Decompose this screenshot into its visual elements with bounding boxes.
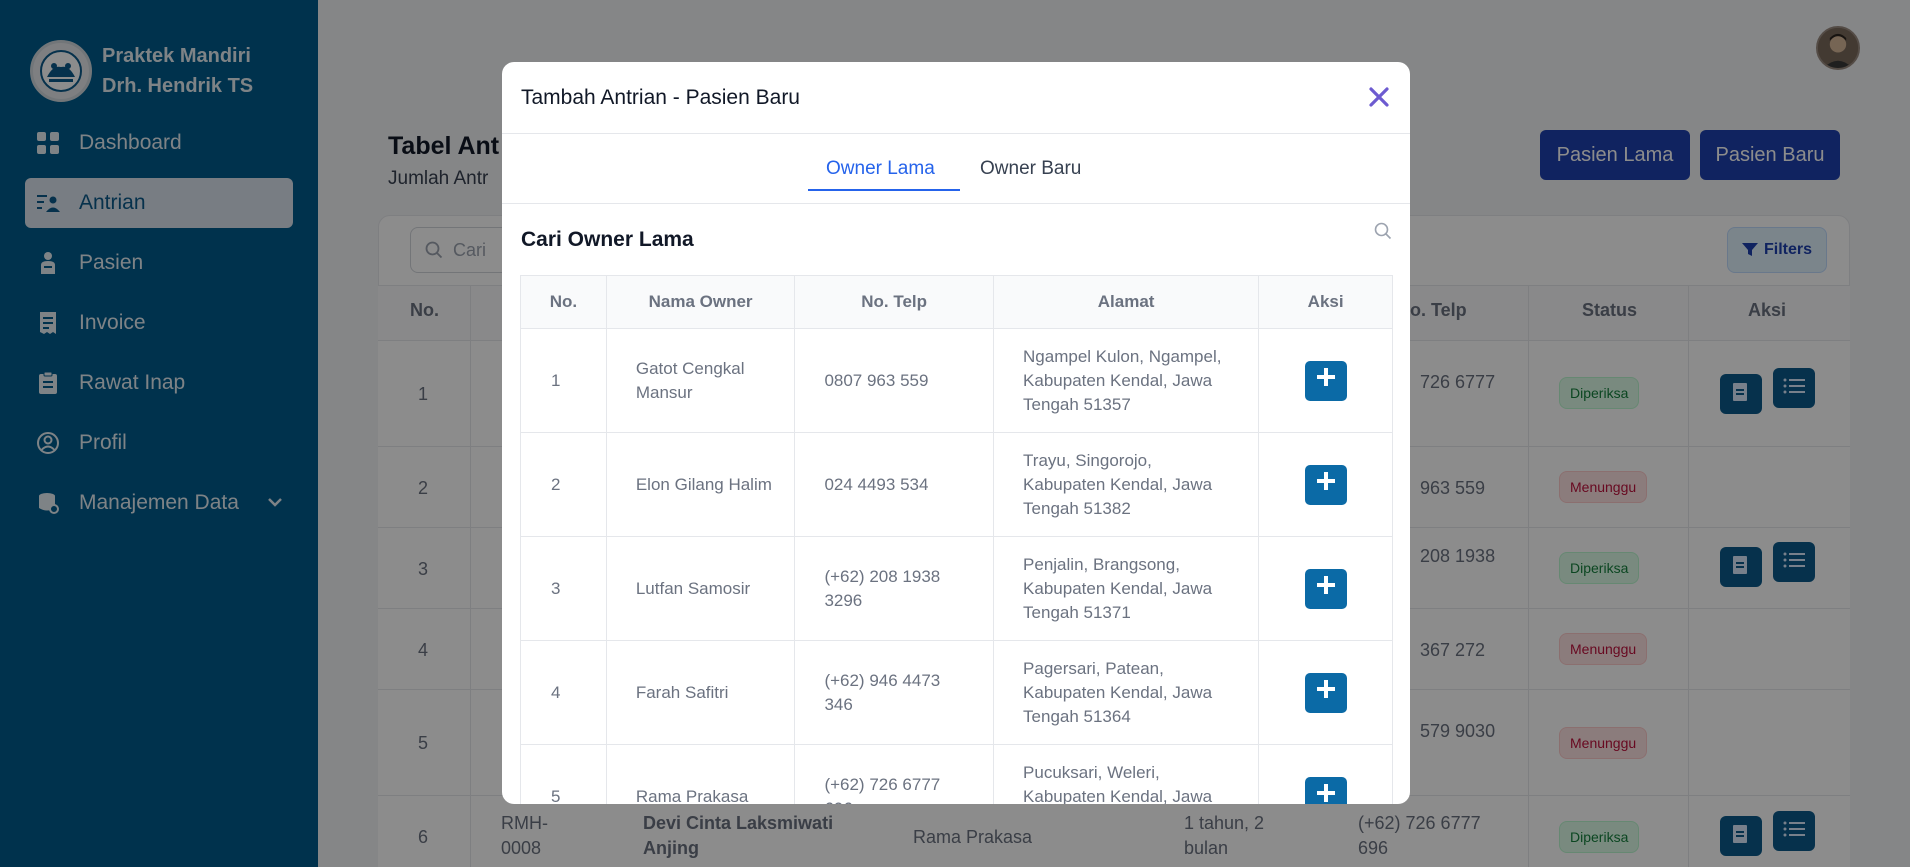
cell-aksi	[1259, 329, 1392, 432]
plus-icon	[1315, 366, 1337, 395]
header-no-telp: No. Telp	[795, 276, 994, 328]
header-aksi: Aksi	[1307, 292, 1344, 311]
cell-alamat: Pucuksari, Weleri, Kabupaten Kendal, Jaw…	[994, 745, 1260, 804]
cell-nama: Gatot Cengkal Mansur	[607, 329, 796, 432]
cell-telp: (+62) 946 4473 346	[795, 641, 995, 744]
table-row: 3 Lutfan Samosir (+62) 208 1938 3296 Pen…	[521, 537, 1392, 641]
cell-telp: 024 4493 534	[795, 433, 995, 536]
plus-icon	[1315, 574, 1337, 603]
plus-icon	[1315, 470, 1337, 499]
cell-telp: 0807 963 559	[795, 329, 995, 432]
plus-icon	[1315, 782, 1337, 804]
modal-title: Tambah Antrian - Pasien Baru	[521, 85, 800, 109]
cell-aksi	[1259, 537, 1392, 640]
cell-aksi	[1259, 745, 1392, 804]
cell-alamat: Pagersari, Patean, Kabupaten Kendal, Jaw…	[994, 641, 1260, 744]
modal-header: Tambah Antrian - Pasien Baru	[502, 62, 1410, 134]
cell-no: 2	[521, 433, 607, 536]
header-alamat: Alamat	[994, 276, 1260, 328]
table-row: 1 Gatot Cengkal Mansur 0807 963 559 Ngam…	[521, 329, 1392, 433]
owner-table-header: No. Nama Owner No. Telp Alamat Aksi	[521, 276, 1392, 329]
cell-no: 3	[521, 537, 607, 640]
plus-icon	[1315, 678, 1337, 707]
tab-owner-baru[interactable]: Owner Baru	[980, 158, 1081, 180]
add-owner-button[interactable]	[1304, 672, 1347, 713]
tab-owner-lama[interactable]: Owner Lama	[826, 158, 935, 180]
cell-aksi	[1259, 433, 1392, 536]
search-icon[interactable]	[1374, 222, 1392, 245]
add-owner-button[interactable]	[1304, 464, 1347, 505]
header-nama-owner: Nama Owner	[607, 276, 796, 328]
table-row: 4 Farah Safitri (+62) 946 4473 346 Pager…	[521, 641, 1392, 745]
add-owner-button[interactable]	[1304, 360, 1347, 401]
owner-table: No. Nama Owner No. Telp Alamat Aksi 1 Ga…	[520, 275, 1393, 804]
add-queue-modal: Tambah Antrian - Pasien Baru Owner Lama …	[502, 62, 1410, 804]
close-icon	[1368, 86, 1390, 113]
table-row: 5 Rama Prakasa (+62) 726 6777 696 Pucuks…	[521, 745, 1392, 804]
cell-nama: Farah Safitri	[607, 641, 796, 744]
cell-telp: (+62) 726 6777 696	[795, 745, 995, 804]
cell-nama: Lutfan Samosir	[607, 537, 796, 640]
cell-nama: Rama Prakasa	[607, 745, 796, 804]
cell-telp: (+62) 208 1938 3296	[795, 537, 995, 640]
add-owner-button[interactable]	[1304, 568, 1347, 609]
active-tab-indicator	[808, 189, 960, 191]
table-row: 2 Elon Gilang Halim 024 4493 534 Trayu, …	[521, 433, 1392, 537]
owner-tabs: Owner Lama Owner Baru	[502, 134, 1410, 204]
header-no: No.	[521, 276, 607, 328]
cell-no: 4	[521, 641, 607, 744]
cell-alamat: Ngampel Kulon, Ngampel, Kabupaten Kendal…	[994, 329, 1260, 432]
cell-no: 5	[521, 745, 607, 804]
add-owner-button[interactable]	[1304, 776, 1347, 804]
cell-no: 1	[521, 329, 607, 432]
cell-aksi	[1259, 641, 1392, 744]
cell-nama: Elon Gilang Halim	[607, 433, 796, 536]
cell-alamat: Trayu, Singorojo, Kabupaten Kendal, Jawa…	[994, 433, 1260, 536]
close-button[interactable]	[1366, 86, 1392, 112]
section-title: Cari Owner Lama	[521, 228, 694, 251]
cell-alamat: Penjalin, Brangsong, Kabupaten Kendal, J…	[994, 537, 1260, 640]
